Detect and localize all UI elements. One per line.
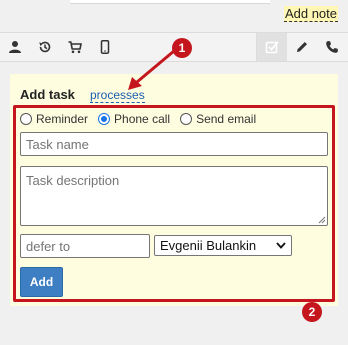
annotation-marker-2: 2 <box>302 302 322 322</box>
annotation-marker-1: 1 <box>172 38 192 58</box>
